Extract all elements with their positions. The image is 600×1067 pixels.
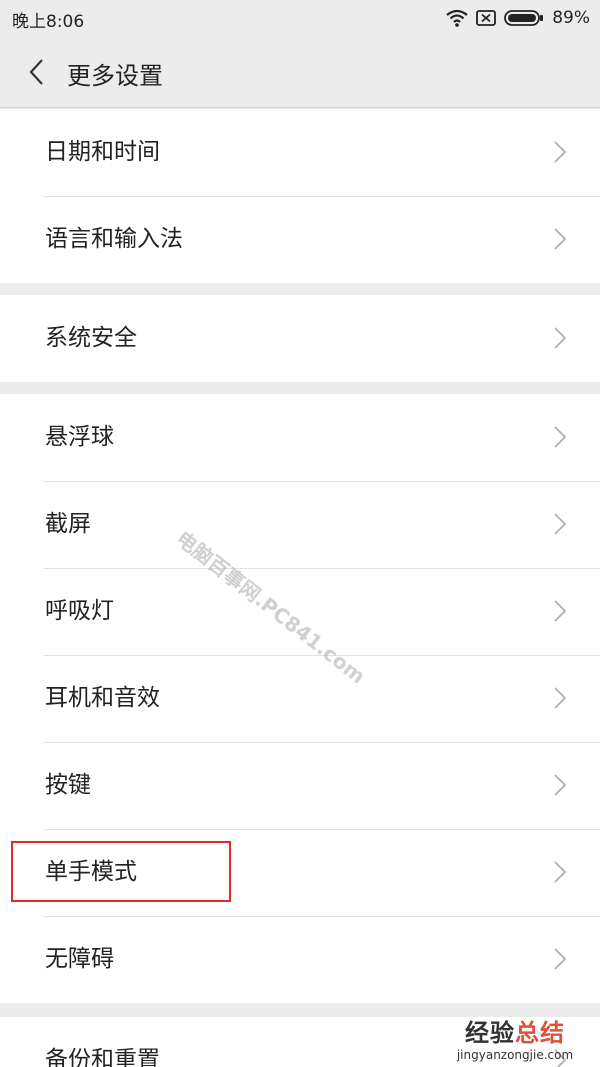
settings-item-language-input[interactable]: 语言和输入法 xyxy=(0,196,600,283)
settings-item-floating-ball[interactable]: 悬浮球 xyxy=(0,394,600,481)
settings-group-security: 系统安全 xyxy=(0,295,600,382)
settings-item-label: 无障碍 xyxy=(45,946,114,972)
settings-group-datetime-language: 日期和时间 语言和输入法 xyxy=(0,109,600,283)
chevron-right-icon xyxy=(554,228,567,250)
brand-url: jingyanzongjie.com xyxy=(456,1048,574,1062)
settings-item-screenshot[interactable]: 截屏 xyxy=(0,481,600,568)
settings-item-system-security[interactable]: 系统安全 xyxy=(0,295,600,382)
settings-item-headphones-audio[interactable]: 耳机和音效 xyxy=(0,655,600,742)
chevron-right-icon xyxy=(554,327,567,349)
title-bar: 更多设置 xyxy=(0,36,600,108)
chevron-right-icon xyxy=(554,600,567,622)
back-button[interactable] xyxy=(14,50,58,94)
status-bar: 晚上8:06 89% xyxy=(0,0,600,36)
chevron-right-icon xyxy=(554,687,567,709)
battery-percentage: 89% xyxy=(552,8,590,28)
settings-item-label: 悬浮球 xyxy=(45,424,114,450)
chevron-right-icon xyxy=(554,426,567,448)
settings-item-date-time[interactable]: 日期和时间 xyxy=(0,109,600,196)
settings-item-label: 系统安全 xyxy=(45,325,137,351)
chevron-right-icon xyxy=(554,513,567,535)
settings-item-label: 呼吸灯 xyxy=(45,598,114,624)
brand-logo: 经验总结 jingyanzongjie.com xyxy=(440,1013,590,1062)
settings-item-label: 日期和时间 xyxy=(45,139,160,165)
chevron-right-icon xyxy=(554,861,567,883)
settings-item-buttons[interactable]: 按键 xyxy=(0,742,600,829)
status-time: 晚上8:06 xyxy=(12,12,85,32)
highlight-box xyxy=(11,841,231,902)
wifi-icon xyxy=(446,9,468,27)
settings-group-features: 悬浮球 截屏 呼吸灯 耳机和音效 按键 单手模式 无障碍 xyxy=(0,394,600,1003)
settings-item-label: 语言和输入法 xyxy=(45,226,183,252)
brand-title: 经验总结 xyxy=(465,1019,565,1047)
status-icons: 89% xyxy=(446,6,590,30)
battery-icon xyxy=(504,9,544,27)
chevron-left-icon xyxy=(29,59,43,85)
settings-item-label: 备份和重置 xyxy=(45,1047,160,1067)
settings-item-accessibility[interactable]: 无障碍 xyxy=(0,916,600,1003)
chevron-right-icon xyxy=(554,774,567,796)
page-title: 更多设置 xyxy=(67,62,163,90)
no-sim-icon xyxy=(476,9,497,27)
settings-item-label: 耳机和音效 xyxy=(45,685,160,711)
chevron-right-icon xyxy=(554,141,567,163)
chevron-right-icon xyxy=(554,948,567,970)
settings-item-label: 按键 xyxy=(45,772,91,798)
settings-item-label: 截屏 xyxy=(45,511,91,537)
